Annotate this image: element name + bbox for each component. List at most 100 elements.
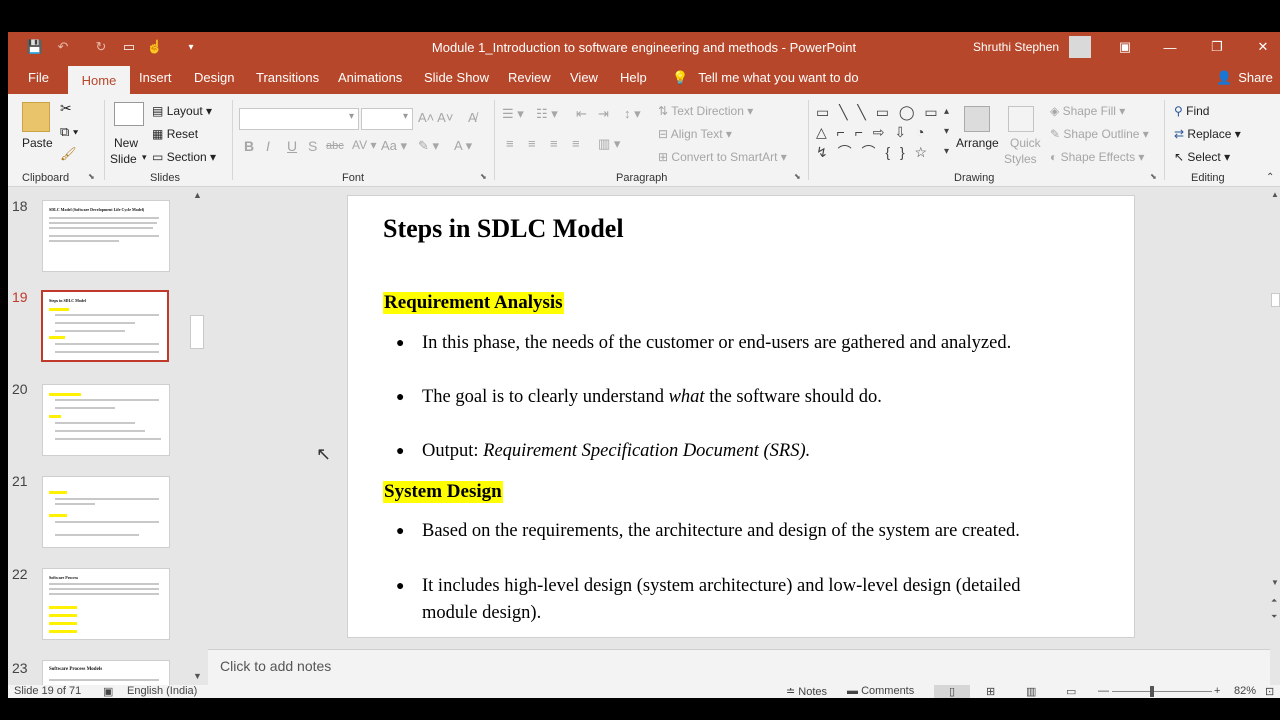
- shape-effects-button[interactable]: ◐ Shape Effects ▾: [1050, 150, 1144, 164]
- slide-thumbnail-20[interactable]: [42, 384, 170, 456]
- slide-thumbnail-19[interactable]: Steps in SDLC Model: [41, 290, 169, 362]
- tell-me-search[interactable]: 💡 Tell me what you want to do: [672, 70, 859, 86]
- normal-view-icon[interactable]: ▯: [934, 685, 970, 698]
- align-right-icon[interactable]: ≡: [550, 136, 558, 151]
- tab-transitions[interactable]: Transitions: [256, 70, 319, 85]
- minimize-icon[interactable]: —: [1160, 37, 1180, 57]
- arrange-icon[interactable]: [964, 106, 990, 132]
- scroll-up-icon[interactable]: ▲: [193, 190, 202, 200]
- user-name[interactable]: Shruthi Stephen: [973, 40, 1059, 54]
- language-indicator[interactable]: English (India): [127, 685, 197, 697]
- columns-icon[interactable]: ▥ ▾: [598, 136, 620, 152]
- grow-font-icon[interactable]: A˄ A˅: [418, 110, 453, 125]
- zoom-level[interactable]: 82%: [1234, 685, 1256, 697]
- shape-outline-button[interactable]: ✎ Shape Outline ▾: [1050, 127, 1149, 141]
- tab-review[interactable]: Review: [508, 70, 551, 85]
- reset-button[interactable]: ▦ Reset: [152, 127, 198, 141]
- underline-icon[interactable]: U: [287, 138, 297, 154]
- ribbon-display-options-icon[interactable]: ▣: [1115, 37, 1135, 57]
- zoom-slider-handle[interactable]: [1150, 686, 1154, 697]
- avatar[interactable]: [1069, 36, 1091, 58]
- customize-qat-icon[interactable]: ▾: [184, 38, 198, 56]
- paste-button[interactable]: Paste: [22, 136, 53, 150]
- slide-thumbnail-18[interactable]: SDLC Model (Software Development Life Cy…: [42, 200, 170, 272]
- zoom-in-icon[interactable]: +: [1214, 685, 1220, 697]
- arrange-button[interactable]: Arrange: [956, 136, 999, 150]
- find-button[interactable]: ⚲ Find: [1174, 104, 1209, 118]
- zoom-out-icon[interactable]: —: [1098, 685, 1109, 697]
- close-icon[interactable]: ✕: [1253, 37, 1273, 57]
- tab-design[interactable]: Design: [194, 70, 234, 85]
- scrollbar-thumb[interactable]: [1271, 293, 1280, 307]
- quick-styles-icon[interactable]: [1008, 106, 1034, 132]
- section-heading-system-design[interactable]: System Design: [383, 481, 503, 503]
- new-slide-icon[interactable]: [114, 102, 144, 126]
- shapes-scroll[interactable]: ▴ ▾ ▾: [944, 102, 949, 162]
- scroll-down-icon[interactable]: ▼: [1271, 578, 1279, 587]
- slide-sorter-icon[interactable]: ⊞: [986, 685, 995, 698]
- spell-check-icon[interactable]: ▣: [103, 685, 113, 698]
- align-text-button[interactable]: ⊟ Align Text ▾: [658, 127, 732, 141]
- decrease-indent-icon[interactable]: ⇤: [576, 106, 587, 122]
- replace-button[interactable]: ⇄ Replace ▾: [1174, 127, 1241, 141]
- touch-mode-icon[interactable]: ☝: [146, 38, 164, 56]
- justify-icon[interactable]: ≡: [572, 136, 580, 151]
- slide-thumbnail-21[interactable]: [42, 476, 170, 548]
- paragraph-launcher-icon[interactable]: ⬊: [794, 172, 801, 181]
- comments-toggle[interactable]: ▬ Comments: [847, 685, 914, 697]
- change-case-icon[interactable]: Aa ▾: [381, 138, 407, 154]
- shapes-gallery[interactable]: ▭ ╲ ╲ ▭ ◯ ▭ △ ⌐ ⌐ ⇨ ⇩ ◔ ↯ ⌒ ⌒ { } ☆: [816, 102, 942, 164]
- align-left-icon[interactable]: ≡: [506, 136, 514, 151]
- chevron-down-icon[interactable]: ▾: [142, 152, 147, 163]
- bullets-icon[interactable]: ☰ ▾: [502, 106, 524, 122]
- undo-icon[interactable]: ↶: [54, 38, 72, 56]
- tab-home[interactable]: Home: [68, 66, 130, 94]
- layout-button[interactable]: ▤ Layout ▾: [152, 104, 212, 118]
- bullet-item[interactable]: ● It includes high-level design (system …: [396, 573, 1096, 627]
- scroll-up-icon[interactable]: ▲: [1271, 190, 1279, 199]
- bullet-item[interactable]: ● Output: Requirement Specification Docu…: [396, 438, 1096, 465]
- tab-slide-show[interactable]: Slide Show: [424, 70, 489, 85]
- redo-icon[interactable]: ↻: [92, 38, 110, 56]
- tab-animations[interactable]: Animations: [338, 70, 402, 85]
- shape-fill-button[interactable]: ◈ Shape Fill ▾: [1050, 104, 1125, 118]
- clear-formatting-icon[interactable]: A̸: [468, 110, 477, 125]
- bullet-item[interactable]: ● The goal is to clearly understand what…: [396, 384, 1096, 411]
- quick-styles-button-line2[interactable]: Styles: [1004, 152, 1037, 166]
- tab-file[interactable]: File: [28, 70, 49, 85]
- strikethrough-icon[interactable]: abc: [326, 140, 344, 152]
- share-button[interactable]: 👤 Share: [1216, 70, 1273, 86]
- tab-help[interactable]: Help: [620, 70, 647, 85]
- highlight-icon[interactable]: ✎ ▾: [418, 138, 439, 154]
- bullet-item[interactable]: ● In this phase, the needs of the custom…: [396, 330, 1096, 357]
- slideshow-view-icon[interactable]: ▭: [1066, 685, 1076, 698]
- align-center-icon[interactable]: ≡: [528, 136, 536, 151]
- drawing-launcher-icon[interactable]: ⬊: [1150, 172, 1157, 181]
- italic-icon[interactable]: I: [266, 138, 270, 154]
- section-button[interactable]: ▭ Section ▾: [152, 150, 216, 164]
- thumbnail-scrollbar[interactable]: ▲ ▼: [189, 188, 205, 685]
- collapse-ribbon-icon[interactable]: ⌃: [1266, 172, 1274, 183]
- select-button[interactable]: ↖ Select ▾: [1174, 150, 1230, 164]
- next-slide-icon[interactable]: ⏷: [1271, 612, 1277, 622]
- clipboard-launcher-icon[interactable]: ⬊: [88, 172, 95, 181]
- slide-thumbnail-22[interactable]: Software Process: [42, 568, 170, 640]
- slide-thumbnails-pane[interactable]: 18 SDLC Model (Software Development Life…: [8, 188, 208, 690]
- save-icon[interactable]: 💾: [26, 38, 44, 56]
- copy-icon[interactable]: ⧉ ▾: [60, 124, 78, 140]
- notes-pane[interactable]: Click to add notes: [208, 649, 1270, 685]
- cut-icon[interactable]: ✂: [60, 100, 72, 117]
- notes-toggle[interactable]: ≐ Notes: [786, 685, 827, 698]
- fit-slide-icon[interactable]: ⊡: [1265, 685, 1274, 698]
- new-slide-button[interactable]: New: [114, 136, 138, 150]
- tab-view[interactable]: View: [570, 70, 598, 85]
- font-launcher-icon[interactable]: ⬊: [480, 172, 487, 181]
- paste-icon[interactable]: [22, 102, 50, 132]
- text-direction-button[interactable]: ⇅ Text Direction ▾: [658, 104, 753, 118]
- increase-indent-icon[interactable]: ⇥: [598, 106, 609, 122]
- font-name-combo[interactable]: ▾: [239, 108, 359, 130]
- bold-icon[interactable]: B: [244, 138, 254, 154]
- quick-styles-button[interactable]: Quick: [1010, 136, 1041, 150]
- convert-smartart-button[interactable]: ⊞ Convert to SmartArt ▾: [658, 150, 787, 164]
- tab-insert[interactable]: Insert: [139, 70, 172, 85]
